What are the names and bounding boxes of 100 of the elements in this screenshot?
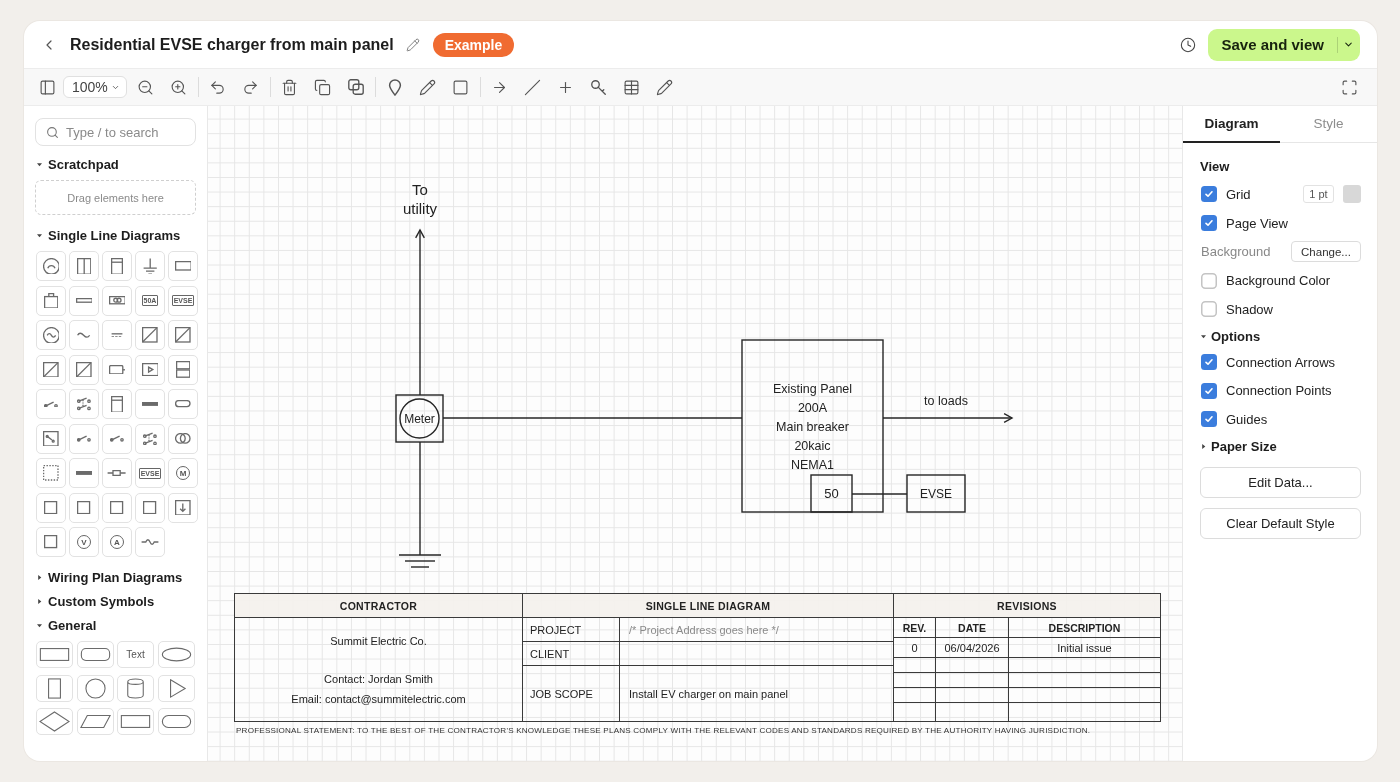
- symbol-tile[interactable]: [102, 285, 132, 316]
- symbol-tile[interactable]: [36, 492, 66, 523]
- checkbox[interactable]: [1201, 354, 1217, 370]
- symbol-tile[interactable]: [36, 423, 66, 454]
- symbol-tile[interactable]: [135, 389, 165, 419]
- symbol-tile[interactable]: [168, 320, 198, 350]
- size-field[interactable]: 1 pt: [1303, 185, 1334, 204]
- shape-tile[interactable]: [36, 641, 73, 668]
- table-cell: /* Project Address goes here */: [620, 618, 893, 642]
- switch-icon: [109, 435, 125, 442]
- shape-tile[interactable]: [76, 708, 114, 735]
- symbol-tile[interactable]: [69, 354, 99, 385]
- symbol-tile[interactable]: [168, 389, 198, 419]
- checkbox[interactable]: [1201, 272, 1217, 289]
- shape-tile[interactable]: [157, 641, 195, 668]
- symbol-tile[interactable]: [135, 492, 165, 523]
- equipment-node: EVSE: [906, 474, 966, 513]
- shape-tile[interactable]: [117, 708, 154, 735]
- symbol-tile[interactable]: M: [168, 458, 198, 488]
- checkbox-label[interactable]: Page View: [1226, 215, 1288, 231]
- symbol-tile[interactable]: [102, 251, 132, 281]
- symbol-tile[interactable]: [135, 527, 165, 557]
- section-toggle[interactable]: General: [35, 615, 97, 635]
- symbol-tile[interactable]: V: [69, 527, 99, 557]
- section-toggle[interactable]: Custom Symbols: [35, 591, 155, 611]
- section-toggle[interactable]: Single Line Diagrams: [35, 225, 181, 245]
- search-field[interactable]: Type / to search: [35, 118, 196, 146]
- checkbox-label[interactable]: Guides: [1226, 411, 1268, 427]
- section-toggle[interactable]: Paper Size: [1200, 436, 1277, 457]
- shape-tile[interactable]: [76, 674, 114, 702]
- double-switch-icon: [142, 431, 158, 446]
- symbol-tile[interactable]: [135, 354, 165, 385]
- symbol-tile[interactable]: [135, 320, 165, 350]
- panel-button[interactable]: Edit Data...: [1200, 467, 1361, 499]
- panel-tab[interactable]: Diagram: [1183, 106, 1280, 143]
- shape-tile[interactable]: [76, 641, 114, 668]
- symbol-tile[interactable]: [102, 423, 132, 454]
- section-toggle[interactable]: Options: [1200, 326, 1261, 347]
- color-swatch[interactable]: [1343, 185, 1361, 204]
- symbol-tile[interactable]: [135, 423, 165, 454]
- symbol-tile[interactable]: [69, 251, 99, 281]
- shape-tile[interactable]: [157, 708, 195, 735]
- diagonal-square-icon: [175, 327, 191, 343]
- symbol-tile[interactable]: [36, 389, 66, 419]
- symbol-tile[interactable]: [102, 389, 132, 419]
- symbol-tile[interactable]: A: [102, 527, 132, 557]
- symbol-tile[interactable]: [36, 320, 66, 350]
- shape-tile[interactable]: [157, 674, 195, 702]
- shape-tile[interactable]: [117, 674, 154, 702]
- undo-icon: [209, 78, 227, 96]
- symbol-tile[interactable]: [36, 458, 66, 488]
- symbol-tile[interactable]: [135, 251, 165, 281]
- symbol-tile[interactable]: [69, 458, 99, 488]
- symbol-tile[interactable]: [36, 354, 66, 385]
- rename-button[interactable]: [405, 37, 420, 52]
- wave-icon: [141, 539, 159, 545]
- symbol-tile[interactable]: [69, 285, 99, 316]
- checkbox[interactable]: [1201, 301, 1217, 318]
- shape-tile[interactable]: [36, 674, 73, 702]
- history-button[interactable]: [1180, 36, 1197, 53]
- panel-button[interactable]: Clear Default Style: [1200, 508, 1361, 540]
- diagonal-square-icon: [43, 361, 59, 378]
- fullscreen-icon: [1340, 78, 1358, 96]
- contractor-text: Summit Electric Co.: [330, 634, 427, 649]
- table-cell: PROJECT: [523, 618, 620, 642]
- checkbox[interactable]: [1201, 411, 1217, 427]
- symbol-tile[interactable]: [36, 527, 66, 557]
- symbol-tile[interactable]: [102, 320, 132, 350]
- symbol-tile[interactable]: [168, 423, 198, 454]
- symbol-tile[interactable]: [69, 320, 99, 350]
- checkbox-label[interactable]: Grid: [1226, 186, 1251, 202]
- change-button[interactable]: Change...: [1291, 241, 1361, 263]
- copy-icon: [314, 78, 332, 96]
- symbol-tile[interactable]: [69, 389, 99, 419]
- checkbox[interactable]: [1201, 186, 1217, 203]
- shape-tile[interactable]: Text: [117, 641, 154, 668]
- checkbox[interactable]: [1201, 382, 1217, 399]
- save-button[interactable]: Save and view: [1208, 28, 1360, 61]
- symbol-tile[interactable]: [168, 354, 198, 385]
- caret-icon: [1343, 39, 1354, 50]
- checkbox[interactable]: [1201, 215, 1217, 232]
- symbol-tile[interactable]: [168, 251, 198, 281]
- checkbox-label[interactable]: Connection Arrows: [1226, 354, 1336, 370]
- section-toggle[interactable]: Wiring Plan Diagrams: [35, 567, 183, 587]
- symbol-tile[interactable]: [102, 354, 132, 385]
- field-label: Background: [1201, 244, 1271, 260]
- section-toggle[interactable]: Scratchpad: [35, 154, 119, 174]
- shape-tile[interactable]: [36, 708, 73, 735]
- symbol-tile[interactable]: [36, 285, 66, 316]
- checkbox-label[interactable]: Connection Points: [1226, 383, 1332, 398]
- zoom-select[interactable]: 100%: [63, 76, 127, 98]
- symbol-tile[interactable]: [69, 423, 99, 454]
- symbol-tile[interactable]: [168, 492, 198, 523]
- symbol-tile[interactable]: [102, 492, 132, 523]
- symbol-tile[interactable]: [36, 251, 66, 281]
- checkbox-label[interactable]: Shadow: [1226, 301, 1273, 317]
- symbol-tile[interactable]: [102, 458, 132, 488]
- symbol-tile[interactable]: [69, 492, 99, 523]
- checkbox-label[interactable]: Background Color: [1226, 273, 1331, 289]
- circle-arc-icon: [42, 257, 60, 275]
